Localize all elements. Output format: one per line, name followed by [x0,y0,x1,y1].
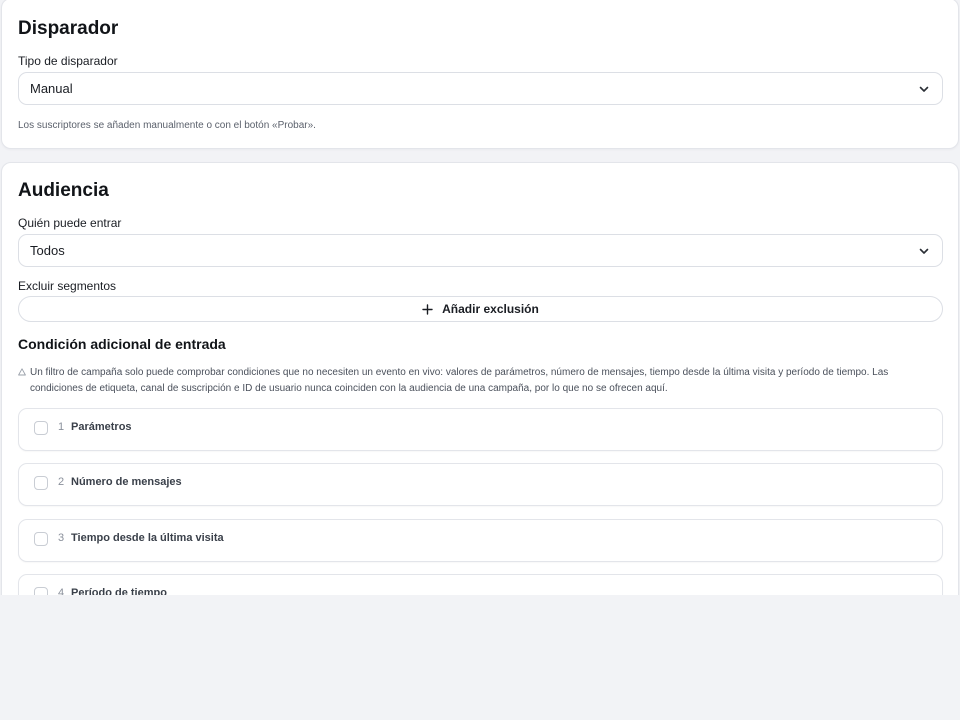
trigger-card: Disparador Tipo de disparador Manual Los… [1,0,959,149]
condition-number: 3 [58,532,65,544]
chevron-down-icon [919,86,929,92]
campaign-filter-note: Un filtro de campaña solo puede comproba… [18,365,938,397]
exclude-segments-label: Excluir segmentos [18,279,117,293]
condition-label: Período de tiempo [71,587,167,595]
who-can-enter-label: Quién puede entrar [18,216,122,230]
condition-row-parametros[interactable]: 1 Parámetros [18,408,943,451]
add-exclusion-button[interactable]: Añadir exclusión [18,296,943,322]
condition-checkbox[interactable] [34,476,48,490]
condition-label: Parámetros [71,421,132,433]
extra-condition-title: Condición adicional de entrada [18,336,226,352]
condition-label: Número de mensajes [71,476,182,488]
plus-icon [422,303,433,315]
condition-number: 4 [58,587,65,595]
condition-row-numero-mensajes[interactable]: 2 Número de mensajes [18,463,943,506]
trigger-type-select[interactable]: Manual [18,72,943,105]
condition-checkbox[interactable] [34,587,48,595]
audience-card: Audiencia Quién puede entrar Todos Exclu… [1,162,959,595]
condition-checkbox[interactable] [34,421,48,435]
content-viewport[interactable]: Disparador Tipo de disparador Manual Los… [0,0,960,595]
add-exclusion-label: Añadir exclusión [442,302,539,316]
trigger-type-label: Tipo de disparador [18,54,118,68]
condition-number: 2 [58,476,65,488]
warning-triangle-icon [18,368,26,376]
condition-checkbox[interactable] [34,532,48,546]
who-can-enter-value: Todos [30,243,65,258]
trigger-helper-text: Los suscriptores se añaden manualmente o… [18,120,316,131]
condition-label: Tiempo desde la última visita [71,532,224,544]
condition-number: 1 [58,421,65,433]
campaign-filter-note-text: Un filtro de campaña solo puede comproba… [30,367,889,394]
trigger-type-value: Manual [30,81,73,96]
condition-row-tiempo-ultima-visita[interactable]: 3 Tiempo desde la última visita [18,519,943,562]
audience-title: Audiencia [18,180,109,201]
who-can-enter-select[interactable]: Todos [18,234,943,267]
trigger-title: Disparador [18,18,119,39]
condition-row-periodo-tiempo[interactable]: 4 Período de tiempo [18,574,943,595]
chevron-down-icon [919,248,929,254]
